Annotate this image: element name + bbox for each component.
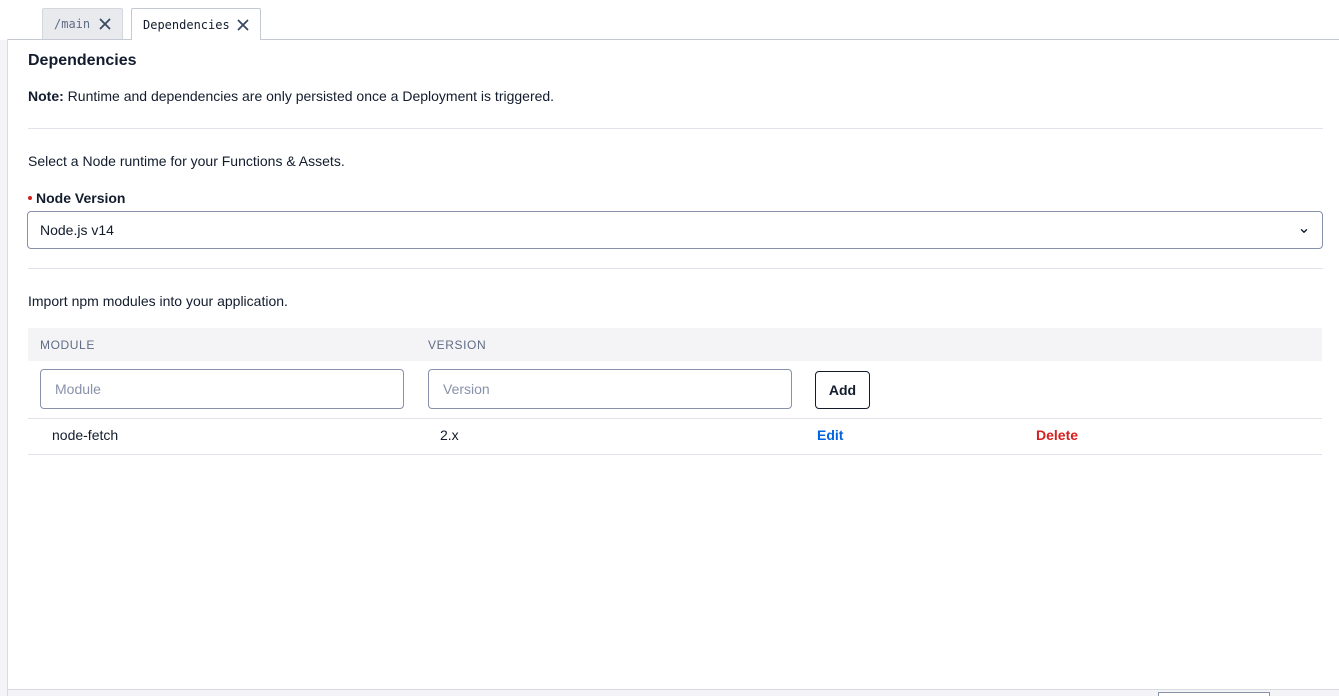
- edit-link[interactable]: Edit: [817, 427, 843, 443]
- column-header-module: MODULE: [40, 338, 95, 352]
- node-version-select[interactable]: Node.js v14: [27, 211, 1323, 249]
- delete-link[interactable]: Delete: [1036, 427, 1078, 443]
- deployment-note: Note: Runtime and dependencies are only …: [28, 88, 554, 104]
- version-cell: 2.x: [440, 427, 459, 443]
- tab-bar: /main Dependencies: [0, 0, 1339, 40]
- dependencies-panel: Dependencies Note: Runtime and dependenc…: [8, 40, 1339, 689]
- module-input[interactable]: [40, 369, 404, 409]
- npm-description: Import npm modules into your application…: [28, 293, 288, 309]
- tab-label: /main: [54, 17, 91, 31]
- close-icon[interactable]: [98, 17, 112, 31]
- column-header-version: VERSION: [428, 338, 487, 352]
- node-version-label: Node Version: [28, 190, 125, 206]
- node-version-value: Node.js v14: [40, 222, 114, 238]
- page-title: Dependencies: [28, 52, 137, 69]
- close-icon[interactable]: [236, 18, 250, 32]
- runtime-description: Select a Node runtime for your Functions…: [28, 153, 345, 169]
- module-cell: node-fetch: [52, 427, 119, 443]
- version-input[interactable]: [428, 369, 792, 409]
- node-version-label-text: Node Version: [36, 190, 126, 206]
- row-divider: [28, 454, 1322, 455]
- note-label: Note:: [28, 88, 64, 104]
- tab-label: Dependencies: [143, 17, 230, 32]
- add-button[interactable]: Add: [815, 371, 870, 409]
- bottom-bar: [8, 689, 1339, 696]
- divider: [28, 268, 1323, 269]
- chevron-down-icon: [1298, 224, 1310, 236]
- tab-main[interactable]: /main: [42, 8, 123, 39]
- required-indicator: [28, 196, 32, 200]
- tab-dependencies[interactable]: Dependencies: [131, 8, 261, 40]
- row-divider: [28, 418, 1322, 419]
- divider: [28, 128, 1323, 129]
- left-gutter: [0, 40, 7, 696]
- dependencies-table-header: MODULE VERSION: [28, 328, 1322, 361]
- note-text: Runtime and dependencies are only persis…: [63, 88, 555, 104]
- resize-handle[interactable]: [1158, 692, 1270, 696]
